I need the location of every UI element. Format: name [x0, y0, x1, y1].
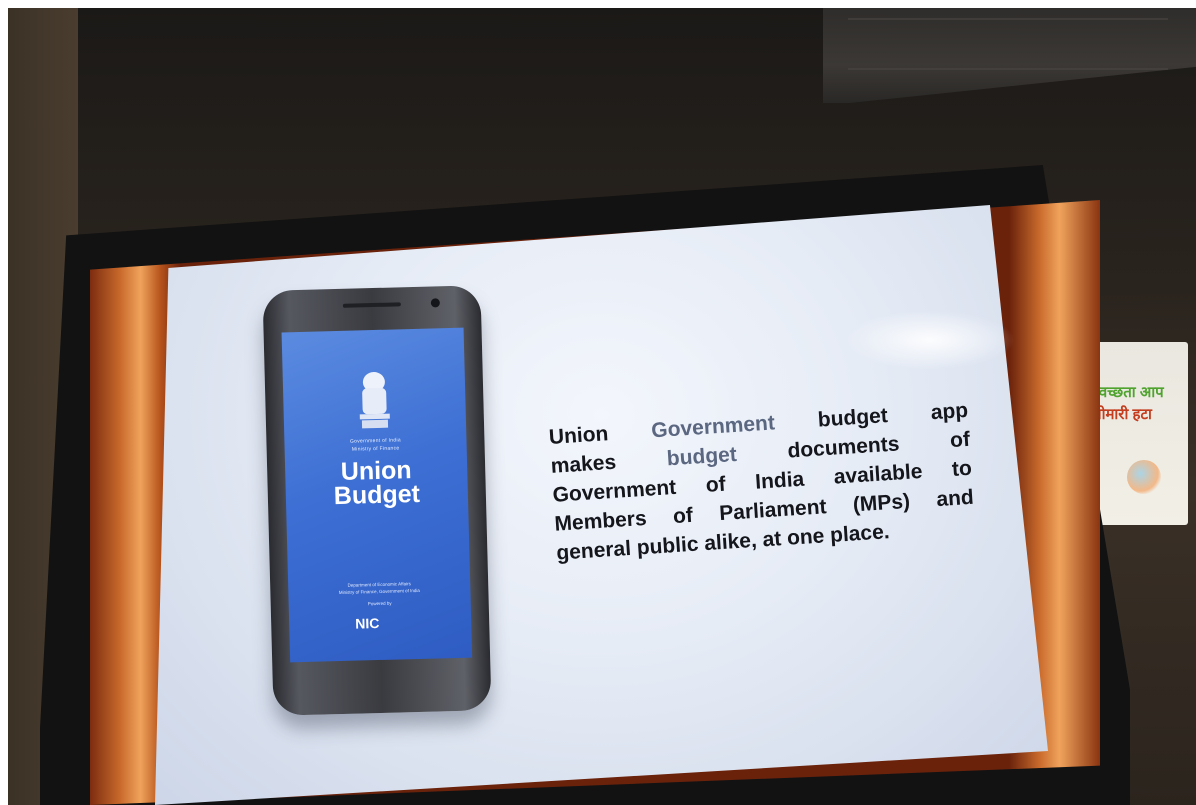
slide-word: of — [949, 427, 971, 453]
camera-icon — [430, 298, 440, 308]
slide-word: of — [672, 503, 694, 529]
phone-screen: Government of India Ministry of Finance … — [281, 327, 473, 663]
slide-word: budget — [666, 442, 738, 471]
slide-word: makes — [550, 450, 617, 478]
slide-word: India — [754, 467, 805, 494]
slide-word: to — [951, 456, 973, 482]
slide-word: Union — [548, 422, 610, 449]
poster-graphic — [1127, 460, 1161, 494]
slide-word: available — [833, 459, 924, 489]
nic-logo: NIC — [355, 614, 380, 632]
poster-text: स्वच्छता आप — [1093, 384, 1164, 401]
screen-glare — [845, 310, 1015, 370]
app-title: Budget — [333, 479, 421, 511]
phone-speaker — [342, 302, 401, 308]
slide-word: and — [935, 485, 975, 512]
slide-word: (MPs) — [852, 489, 911, 517]
poster-text: बीमारी हटा — [1093, 406, 1152, 423]
national-emblem-icon — [359, 372, 390, 429]
slide-word: app — [930, 398, 969, 425]
phone-mockup: Government of India Ministry of Finance … — [262, 285, 492, 716]
slide-word: of — [705, 472, 727, 497]
wall-poster: स्वच्छता आप बीमारी हटा — [1087, 342, 1188, 525]
slide-word: budget — [817, 404, 889, 432]
ceiling-vent — [848, 18, 1168, 70]
app-powered-by: Powered by — [367, 600, 392, 607]
slide-description: Union Government budget app makes budget… — [548, 396, 976, 568]
